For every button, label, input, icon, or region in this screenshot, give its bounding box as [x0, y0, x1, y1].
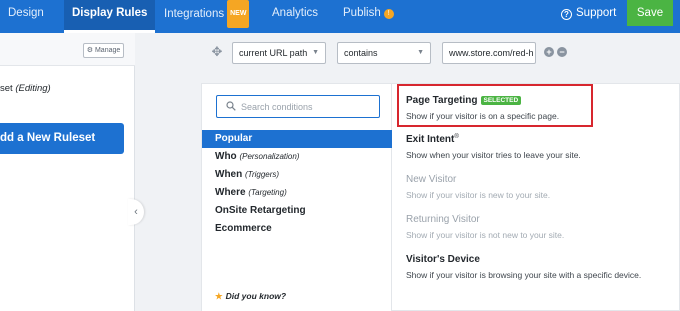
did-you-know: ★ Did you know?: [215, 291, 286, 302]
condition-operator-select[interactable]: contains ▼: [337, 42, 431, 64]
manage-button[interactable]: ⚙ Manage: [83, 43, 124, 58]
category-when[interactable]: When (Triggers): [202, 166, 392, 184]
option-desc: Show if your visitor is new to your site…: [406, 190, 551, 200]
chevron-down-icon: ▼: [417, 49, 424, 56]
support-link[interactable]: ? Support: [561, 0, 616, 26]
category-where[interactable]: Where (Targeting): [202, 184, 392, 202]
new-badge: NEW: [227, 0, 250, 28]
tab-analytics[interactable]: Analytics: [272, 0, 318, 33]
manage-label: Manage: [94, 47, 121, 54]
ruleset-item[interactable]: set (Editing): [0, 83, 51, 94]
search-icon: [226, 101, 236, 111]
chevron-left-icon: ‹: [134, 206, 138, 218]
category-sub: (Personalization): [239, 152, 300, 161]
condition-field-select[interactable]: current URL path ▼: [232, 42, 326, 64]
rulesets-sidebar: ⚙ Manage set (Editing) dd a New Ruleset: [0, 33, 135, 311]
tab-design[interactable]: Design: [8, 0, 44, 33]
ruleset-status: (Editing): [15, 83, 51, 94]
select-value: current URL path: [239, 48, 308, 58]
did-you-know-label: Did you know?: [225, 291, 287, 301]
option-desc: Show if your visitor is not new to your …: [406, 230, 565, 240]
input-value: www.store.com/red-h: [449, 48, 534, 58]
collapse-sidebar-button[interactable]: ‹: [128, 199, 144, 225]
tab-publish[interactable]: Publish!: [343, 0, 394, 33]
remove-condition-icon[interactable]: −: [557, 47, 567, 57]
category-sub: (Triggers): [245, 170, 280, 179]
category-who[interactable]: Who (Personalization): [202, 148, 392, 166]
option-title: New Visitor: [406, 174, 457, 185]
publish-alert-icon: !: [383, 9, 394, 19]
tab-label: Integrations: [164, 8, 225, 20]
search-input[interactable]: [241, 99, 375, 114]
sidebar-header: ⚙ Manage: [0, 33, 135, 66]
save-button[interactable]: Save: [627, 0, 673, 26]
registered-mark: ®: [454, 134, 459, 140]
add-ruleset-button[interactable]: dd a New Ruleset: [0, 123, 124, 154]
condition-categories: Popular Who (Personalization) When (Trig…: [202, 84, 392, 311]
tab-integrations[interactable]: Integrations NEW: [164, 0, 250, 33]
search-conditions-box[interactable]: [216, 95, 380, 118]
chevron-down-icon: ▼: [312, 49, 319, 56]
category-onsite-retargeting[interactable]: OnSite Retargeting: [202, 202, 392, 220]
option-desc: Show if your visitor is browsing your si…: [406, 270, 642, 280]
select-value: contains: [344, 48, 378, 58]
option-title: Visitor's Device: [406, 254, 480, 265]
category-sub: (Targeting): [248, 188, 287, 197]
option-new-visitor[interactable]: New Visitor Show if your visitor is new …: [406, 174, 550, 200]
top-nav-bar: Design Display Rules Integrations NEW Ana…: [0, 0, 680, 33]
help-icon: ?: [561, 9, 572, 20]
tab-display-rules[interactable]: Display Rules: [64, 0, 156, 33]
tab-label: Design: [8, 7, 44, 19]
tab-label: Analytics: [272, 7, 319, 19]
support-label: Support: [576, 7, 617, 19]
tab-label: Display Rules: [72, 7, 148, 19]
category-label: Who: [215, 151, 237, 162]
star-icon: ★: [215, 291, 223, 301]
option-visitors-device[interactable]: Visitor's Device Show if your visitor is…: [406, 254, 641, 280]
category-label: Popular: [215, 133, 253, 144]
category-label: Ecommerce: [215, 223, 272, 234]
option-desc: Show when your visitor tries to leave yo…: [406, 150, 581, 160]
add-condition-icon[interactable]: +: [544, 47, 554, 57]
tab-label: Publish: [343, 7, 381, 19]
highlight-annotation: [397, 84, 593, 127]
gear-icon: ⚙: [86, 47, 94, 54]
category-popular[interactable]: Popular: [202, 130, 392, 148]
category-ecommerce[interactable]: Ecommerce: [202, 220, 392, 238]
option-title: Exit Intent: [406, 134, 455, 145]
category-label: Where: [215, 187, 246, 198]
option-title: Returning Visitor: [406, 214, 480, 225]
drag-handle-icon[interactable]: ✥: [210, 45, 224, 59]
condition-value-input[interactable]: www.store.com/red-h: [442, 42, 536, 64]
option-returning-visitor[interactable]: Returning Visitor Show if your visitor i…: [406, 214, 564, 240]
category-label: OnSite Retargeting: [215, 205, 306, 216]
category-label: When: [215, 169, 243, 180]
option-exit-intent[interactable]: Exit Intent® Show when your visitor trie…: [406, 134, 581, 160]
ruleset-name: set: [0, 83, 13, 94]
